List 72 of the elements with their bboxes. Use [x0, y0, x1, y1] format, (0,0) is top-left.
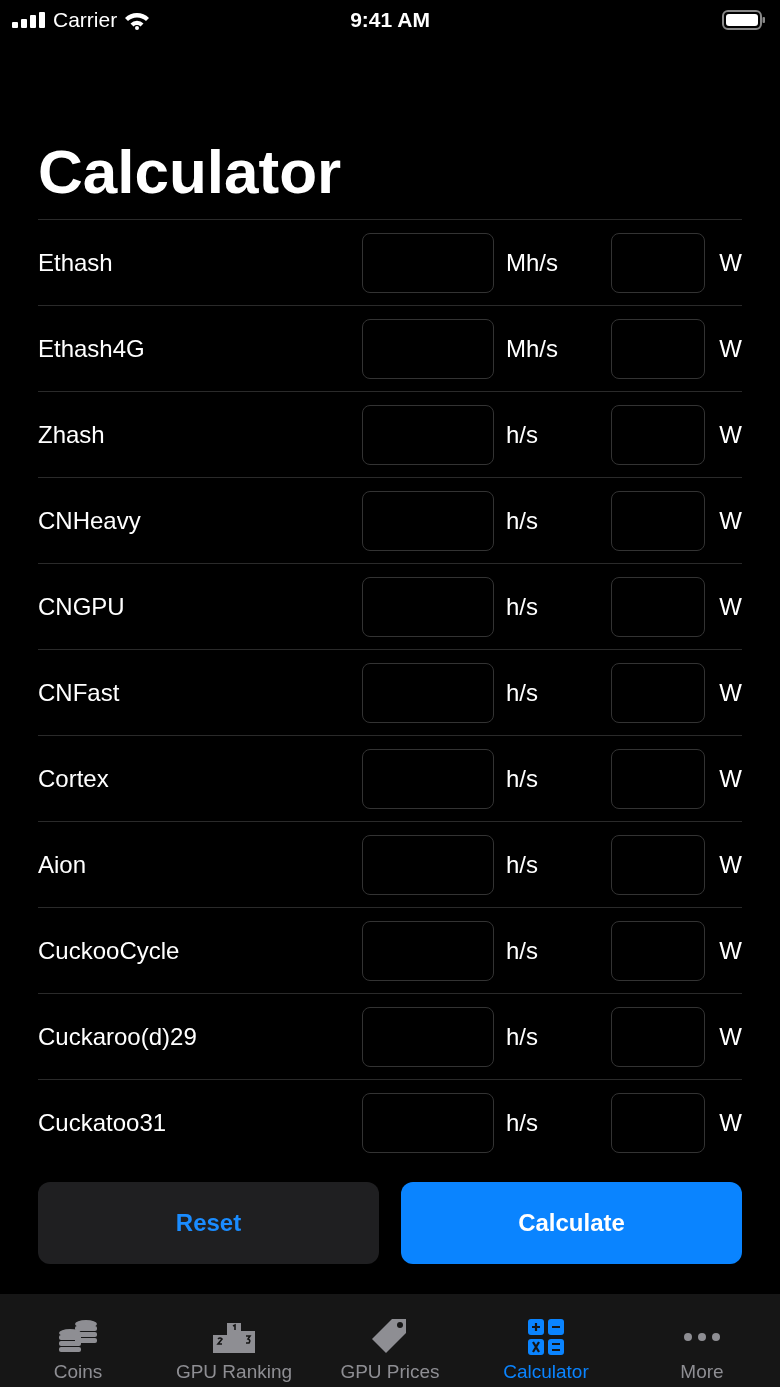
- power-field[interactable]: [611, 576, 705, 637]
- tab-item[interactable]: More: [624, 1294, 780, 1387]
- unit-label: h/s: [505, 678, 539, 707]
- unit-label: h/s: [505, 1108, 539, 1137]
- algorithm-name: CNHeavy: [38, 506, 142, 535]
- algorithm-name: Zhash: [38, 420, 106, 449]
- calculate-button[interactable]: Calculate: [401, 1182, 742, 1264]
- unit-label: W: [718, 764, 742, 793]
- hashrate-field[interactable]: [362, 920, 494, 981]
- power-field[interactable]: [611, 318, 705, 379]
- unit-label: W: [718, 1108, 742, 1137]
- carrier-name: Carrier: [53, 8, 118, 32]
- coins-icon: [56, 1319, 100, 1355]
- battery-icon: [722, 10, 766, 30]
- unit-label: Mh/s: [505, 334, 559, 363]
- unit-label: W: [718, 1022, 742, 1051]
- status-time: 9:41 AM: [350, 8, 430, 32]
- algorithm-name: CuckooCycle: [38, 936, 181, 965]
- tab-item[interactable]: Coins: [0, 1294, 156, 1387]
- unit-label: W: [718, 420, 742, 449]
- algorithm-name: Aion: [38, 850, 88, 879]
- unit-label: Mh/s: [505, 248, 559, 277]
- hashrate-field[interactable]: [362, 232, 494, 293]
- power-field[interactable]: [611, 1006, 705, 1067]
- tab-item[interactable]: GPU Prices: [312, 1294, 468, 1387]
- algorithm-name: Ethash: [38, 248, 114, 277]
- unit-label: W: [718, 592, 742, 621]
- power-field[interactable]: [611, 834, 705, 895]
- unit-label: h/s: [505, 936, 539, 965]
- hashrate-field[interactable]: [362, 1006, 494, 1067]
- unit-label: W: [718, 936, 742, 965]
- unit-label: W: [718, 334, 742, 363]
- algorithm-name: CNFast: [38, 678, 121, 707]
- hashrate-field[interactable]: [362, 662, 494, 723]
- power-field[interactable]: [611, 404, 705, 465]
- hashrate-field[interactable]: [362, 576, 494, 637]
- calculator-icon: [528, 1319, 564, 1355]
- power-field[interactable]: [611, 232, 705, 293]
- power-field[interactable]: [611, 1092, 705, 1153]
- hashrate-field[interactable]: [362, 404, 494, 465]
- unit-label: h/s: [505, 764, 539, 793]
- unit-label: h/s: [505, 420, 539, 449]
- reset-button[interactable]: Reset: [38, 1182, 379, 1264]
- hashrate-field[interactable]: [362, 748, 494, 809]
- algorithm-name: Cuckaroo(d)29: [38, 1022, 198, 1051]
- unit-label: h/s: [505, 850, 539, 879]
- power-field[interactable]: [611, 662, 705, 723]
- algorithm-name: Ethash4G: [38, 334, 146, 363]
- hashrate-field[interactable]: [362, 318, 494, 379]
- tab-item[interactable]: GPU Ranking: [156, 1294, 312, 1387]
- unit-label: W: [718, 850, 742, 879]
- hashrate-field[interactable]: [362, 834, 494, 895]
- algorithm-name: CNGPU: [38, 592, 126, 621]
- unit-label: W: [718, 506, 742, 535]
- unit-label: h/s: [505, 592, 539, 621]
- more-icon: [682, 1332, 722, 1342]
- wifi-icon: [124, 10, 151, 30]
- podium-icon: [210, 1321, 258, 1355]
- unit-label: W: [718, 678, 742, 707]
- page-title: Calculator: [38, 136, 343, 208]
- algorithm-name: Cuckatoo31: [38, 1108, 168, 1137]
- tab-item[interactable]: Calculator: [468, 1294, 624, 1387]
- hashrate-field[interactable]: [362, 490, 494, 551]
- power-field[interactable]: [611, 920, 705, 981]
- signal-icon: [12, 12, 46, 28]
- power-field[interactable]: [611, 490, 705, 551]
- algorithm-name: Cortex: [38, 764, 110, 793]
- unit-label: h/s: [505, 506, 539, 535]
- unit-label: h/s: [505, 1022, 539, 1051]
- unit-label: W: [718, 248, 742, 277]
- hashrate-field[interactable]: [362, 1092, 494, 1153]
- power-field[interactable]: [611, 748, 705, 809]
